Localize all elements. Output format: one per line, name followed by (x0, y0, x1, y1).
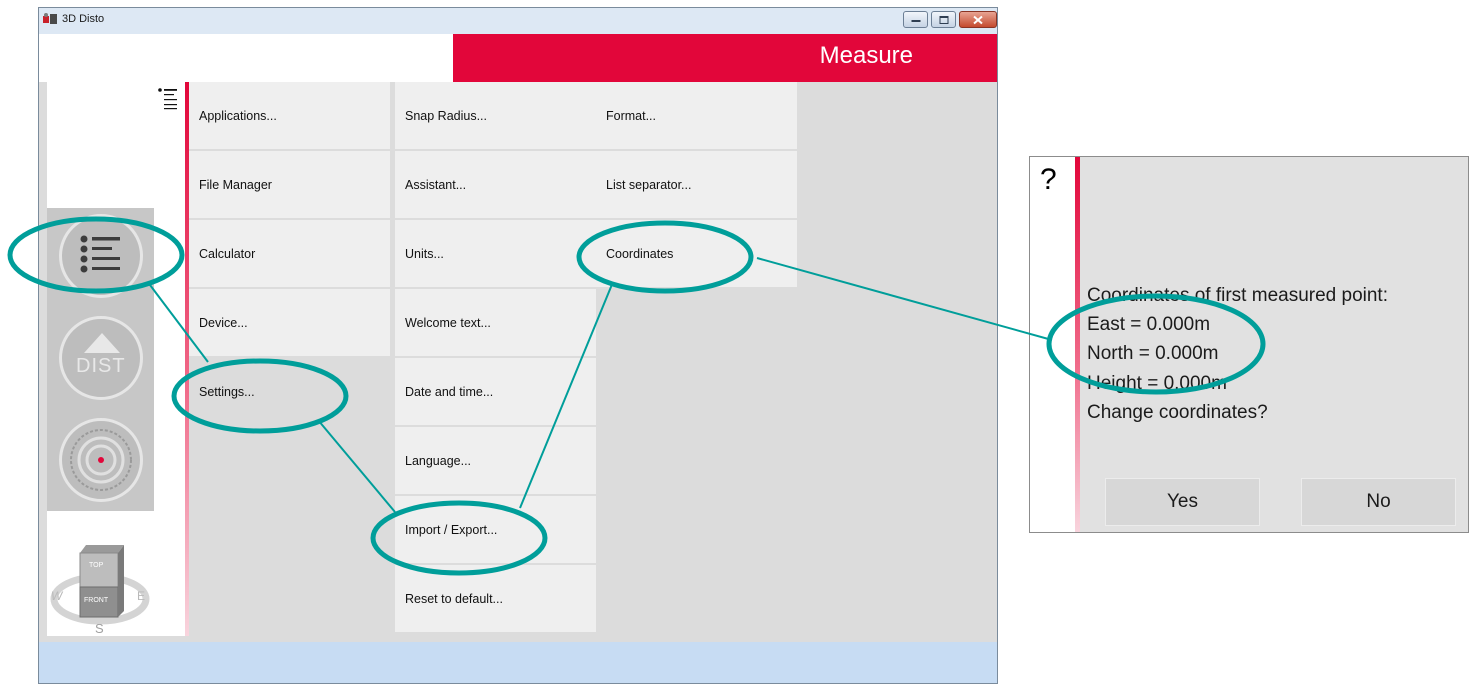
header-divider (1330, 39, 1332, 77)
menu-item-label: Reset to default... (405, 592, 503, 606)
menu-item-calculator[interactable]: Calculator (189, 220, 391, 288)
menu-item-label: Import / Export... (405, 523, 498, 537)
menu-item-label: Settings... (199, 385, 255, 399)
compass-east-label: E (137, 589, 146, 603)
app-client-area: Measure DIST TOP FRONT W E S Application… (39, 34, 1373, 683)
menu-item-label: Language... (405, 454, 472, 468)
menu-item-label: Calculator (199, 247, 256, 261)
menu-item-reset-to-default[interactable]: Reset to default... (395, 565, 597, 633)
view-compass[interactable]: TOP FRONT W E S (47, 511, 154, 636)
no-button[interactable]: No (1301, 478, 1456, 526)
menu-item-label: Coordinates (606, 247, 674, 261)
status-bar (39, 642, 997, 683)
menu-item-device[interactable]: Device... (189, 289, 391, 357)
menu-item-label: Date and time... (405, 385, 494, 399)
minimize-icon (911, 19, 920, 22)
dialog-message-line: Coordinates of first measured point: (1087, 285, 1388, 306)
menu-item-label: Applications... (199, 109, 277, 123)
menu-item-welcome-text[interactable]: Welcome text... (395, 289, 597, 357)
menu-item-label: Welcome text... (405, 316, 491, 330)
question-panel: ? (1030, 157, 1075, 532)
close-button[interactable] (959, 11, 997, 28)
dist-button[interactable]: DIST (59, 316, 143, 400)
menu-item-applications[interactable]: Applications... (189, 82, 391, 150)
menu-item-label: File Manager (199, 178, 272, 192)
crosshair-target-icon (70, 429, 132, 491)
home-icon[interactable] (1343, 42, 1373, 72)
compass-front-label: FRONT (84, 597, 109, 604)
menu-item-import-export[interactable]: Import / Export... (395, 496, 597, 564)
menu-item-label: Snap Radius... (405, 109, 487, 123)
window-title: 3D Disto (62, 13, 105, 25)
dist-label: DIST (76, 355, 126, 377)
close-icon (973, 15, 983, 24)
menu-item-date-and-time[interactable]: Date and time... (395, 358, 597, 426)
menu-strip (154, 82, 189, 636)
compass-west-label: W (51, 589, 63, 603)
question-icon: ? (1040, 163, 1057, 196)
compass-cube-icon (50, 545, 150, 625)
menu-list-icon[interactable] (158, 88, 178, 110)
maximize-button[interactable] (931, 11, 956, 28)
menu-button[interactable] (59, 214, 143, 298)
page-title: Measure (819, 42, 913, 69)
menu-item-settings[interactable]: Settings... (189, 358, 391, 426)
menu-item-label: Device... (199, 316, 248, 330)
target-button[interactable] (59, 418, 143, 502)
menu-item-list-separator[interactable]: List separator... (596, 151, 798, 219)
coordinates-dialog: ? Coordinates of first measured point: E… (1029, 156, 1469, 533)
yes-button[interactable]: Yes (1105, 478, 1260, 526)
title-bar[interactable]: 3D Disto (39, 8, 997, 34)
compass-top-label: TOP (89, 562, 104, 569)
menu-item-assistant[interactable]: Assistant... (395, 151, 597, 219)
header-accent: Measure (453, 34, 1373, 82)
dialog-question: Change coordinates? (1087, 402, 1268, 423)
minimize-button[interactable] (903, 11, 928, 28)
menu-item-coordinates[interactable]: Coordinates (596, 220, 798, 288)
maximize-icon (939, 15, 948, 24)
rail-blank-area (47, 82, 154, 208)
dialog-east-value: East = 0.000m (1087, 314, 1211, 335)
compass-south-label: S (95, 621, 104, 636)
dialog-height-value: Height = 0.000m (1087, 373, 1227, 394)
menu-item-snap-radius[interactable]: Snap Radius... (395, 82, 597, 150)
menu-item-label: Assistant... (405, 178, 467, 192)
menu-item-label: Format... (606, 109, 657, 123)
menu-item-label: List separator... (606, 178, 692, 192)
menu-list-icon (80, 235, 120, 273)
menu-item-label: Units... (405, 247, 444, 261)
menu-item-units[interactable]: Units... (395, 220, 597, 288)
triangle-up-icon (84, 333, 120, 353)
app-window: 3D Disto Measure DIST TOP FRONT W E S Ap… (38, 7, 1373, 684)
dialog-north-value: North = 0.000m (1087, 343, 1219, 364)
menu-item-language[interactable]: Language... (395, 427, 597, 495)
menu-item-file-manager[interactable]: File Manager (189, 151, 391, 219)
menu-item-format[interactable]: Format... (596, 82, 798, 150)
tool-rail: DIST (47, 208, 154, 511)
dialog-accent-line (1075, 157, 1080, 532)
disto-app-icon (43, 13, 57, 24)
